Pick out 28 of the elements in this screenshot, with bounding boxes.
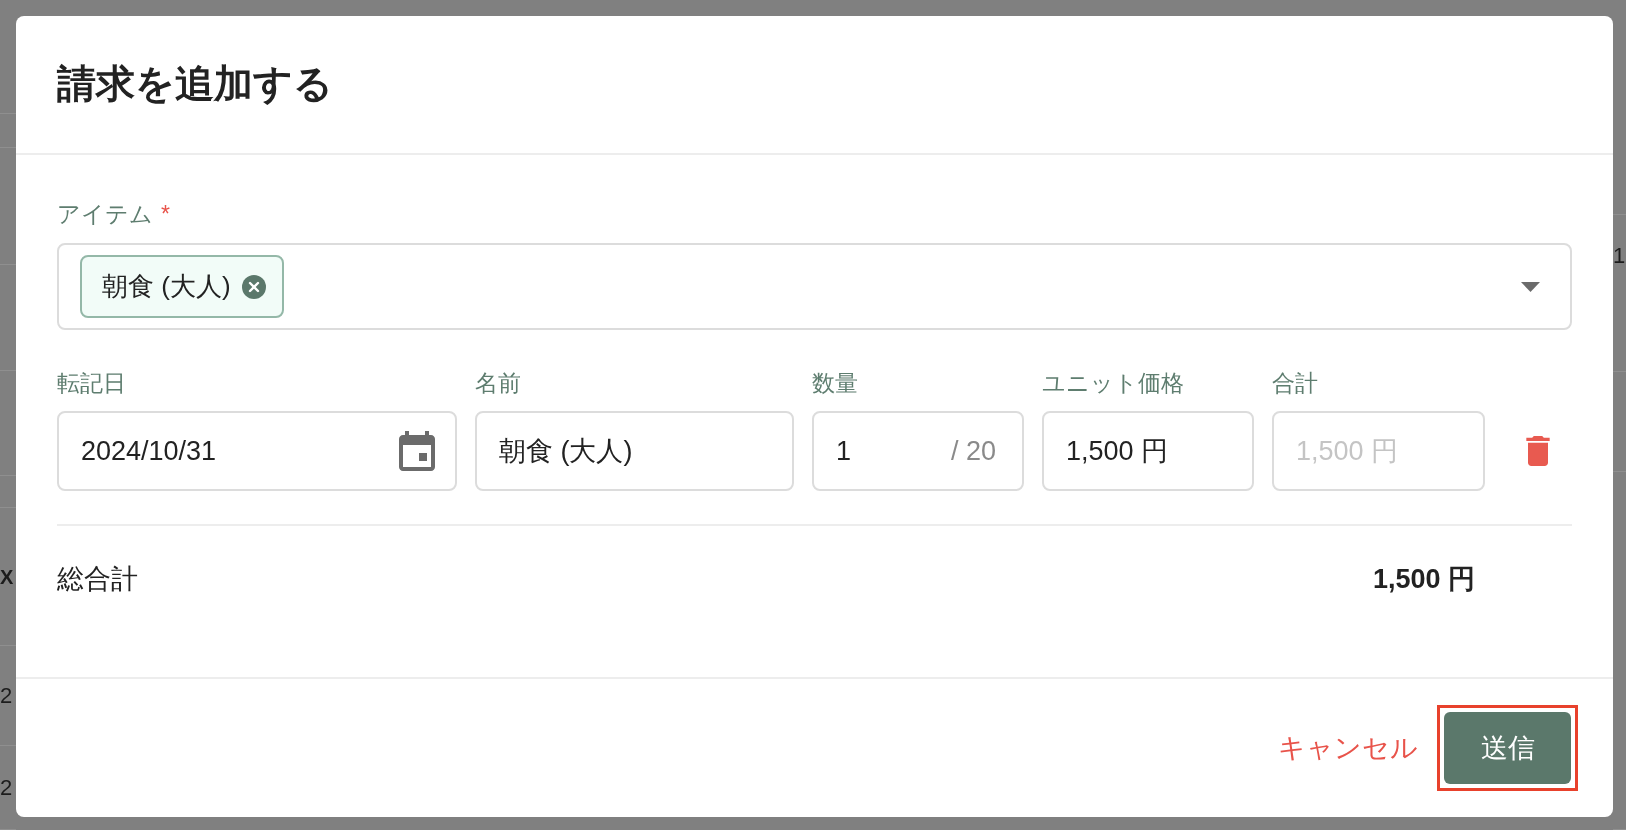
field-label: ユニット価格	[1042, 369, 1185, 398]
submit-button[interactable]: 送信	[1444, 712, 1571, 784]
quantity-field[interactable]: 1 / 20	[812, 411, 1024, 491]
background-text: 2	[0, 684, 13, 707]
input-field[interactable]: 1,500 円	[1042, 411, 1254, 491]
item-select[interactable]: 朝食 (大人)	[57, 243, 1572, 330]
date-field[interactable]: 2024/10/31	[57, 411, 457, 491]
field-label: 転記日	[57, 369, 127, 398]
input-field: 1,500 円	[1272, 411, 1485, 491]
quantity-limit: / 20	[950, 434, 996, 468]
field-label: 数量	[812, 369, 859, 398]
total-value: 1,500 円	[1372, 562, 1475, 596]
field-label: アイテム	[57, 200, 153, 229]
remove-icon[interactable]	[241, 274, 266, 299]
caret-icon[interactable]	[1521, 281, 1540, 292]
total-label: 総合計	[57, 562, 138, 596]
item-chip[interactable]: 朝食 (大人)	[80, 255, 284, 318]
background-text: X	[0, 566, 14, 587]
input-field[interactable]: 朝食 (大人)	[475, 411, 794, 491]
required-mark: *	[161, 200, 170, 229]
dialog-title: 請求を追加する	[57, 61, 333, 108]
background-text: 1	[1613, 245, 1626, 267]
field-label: 名前	[475, 369, 522, 398]
calendar-icon[interactable]	[399, 431, 435, 471]
cancel-button[interactable]: キャンセル	[1268, 719, 1428, 777]
field-label: 合計	[1272, 369, 1319, 398]
background-text: 2	[0, 776, 13, 799]
trash-icon[interactable]	[1524, 436, 1551, 466]
